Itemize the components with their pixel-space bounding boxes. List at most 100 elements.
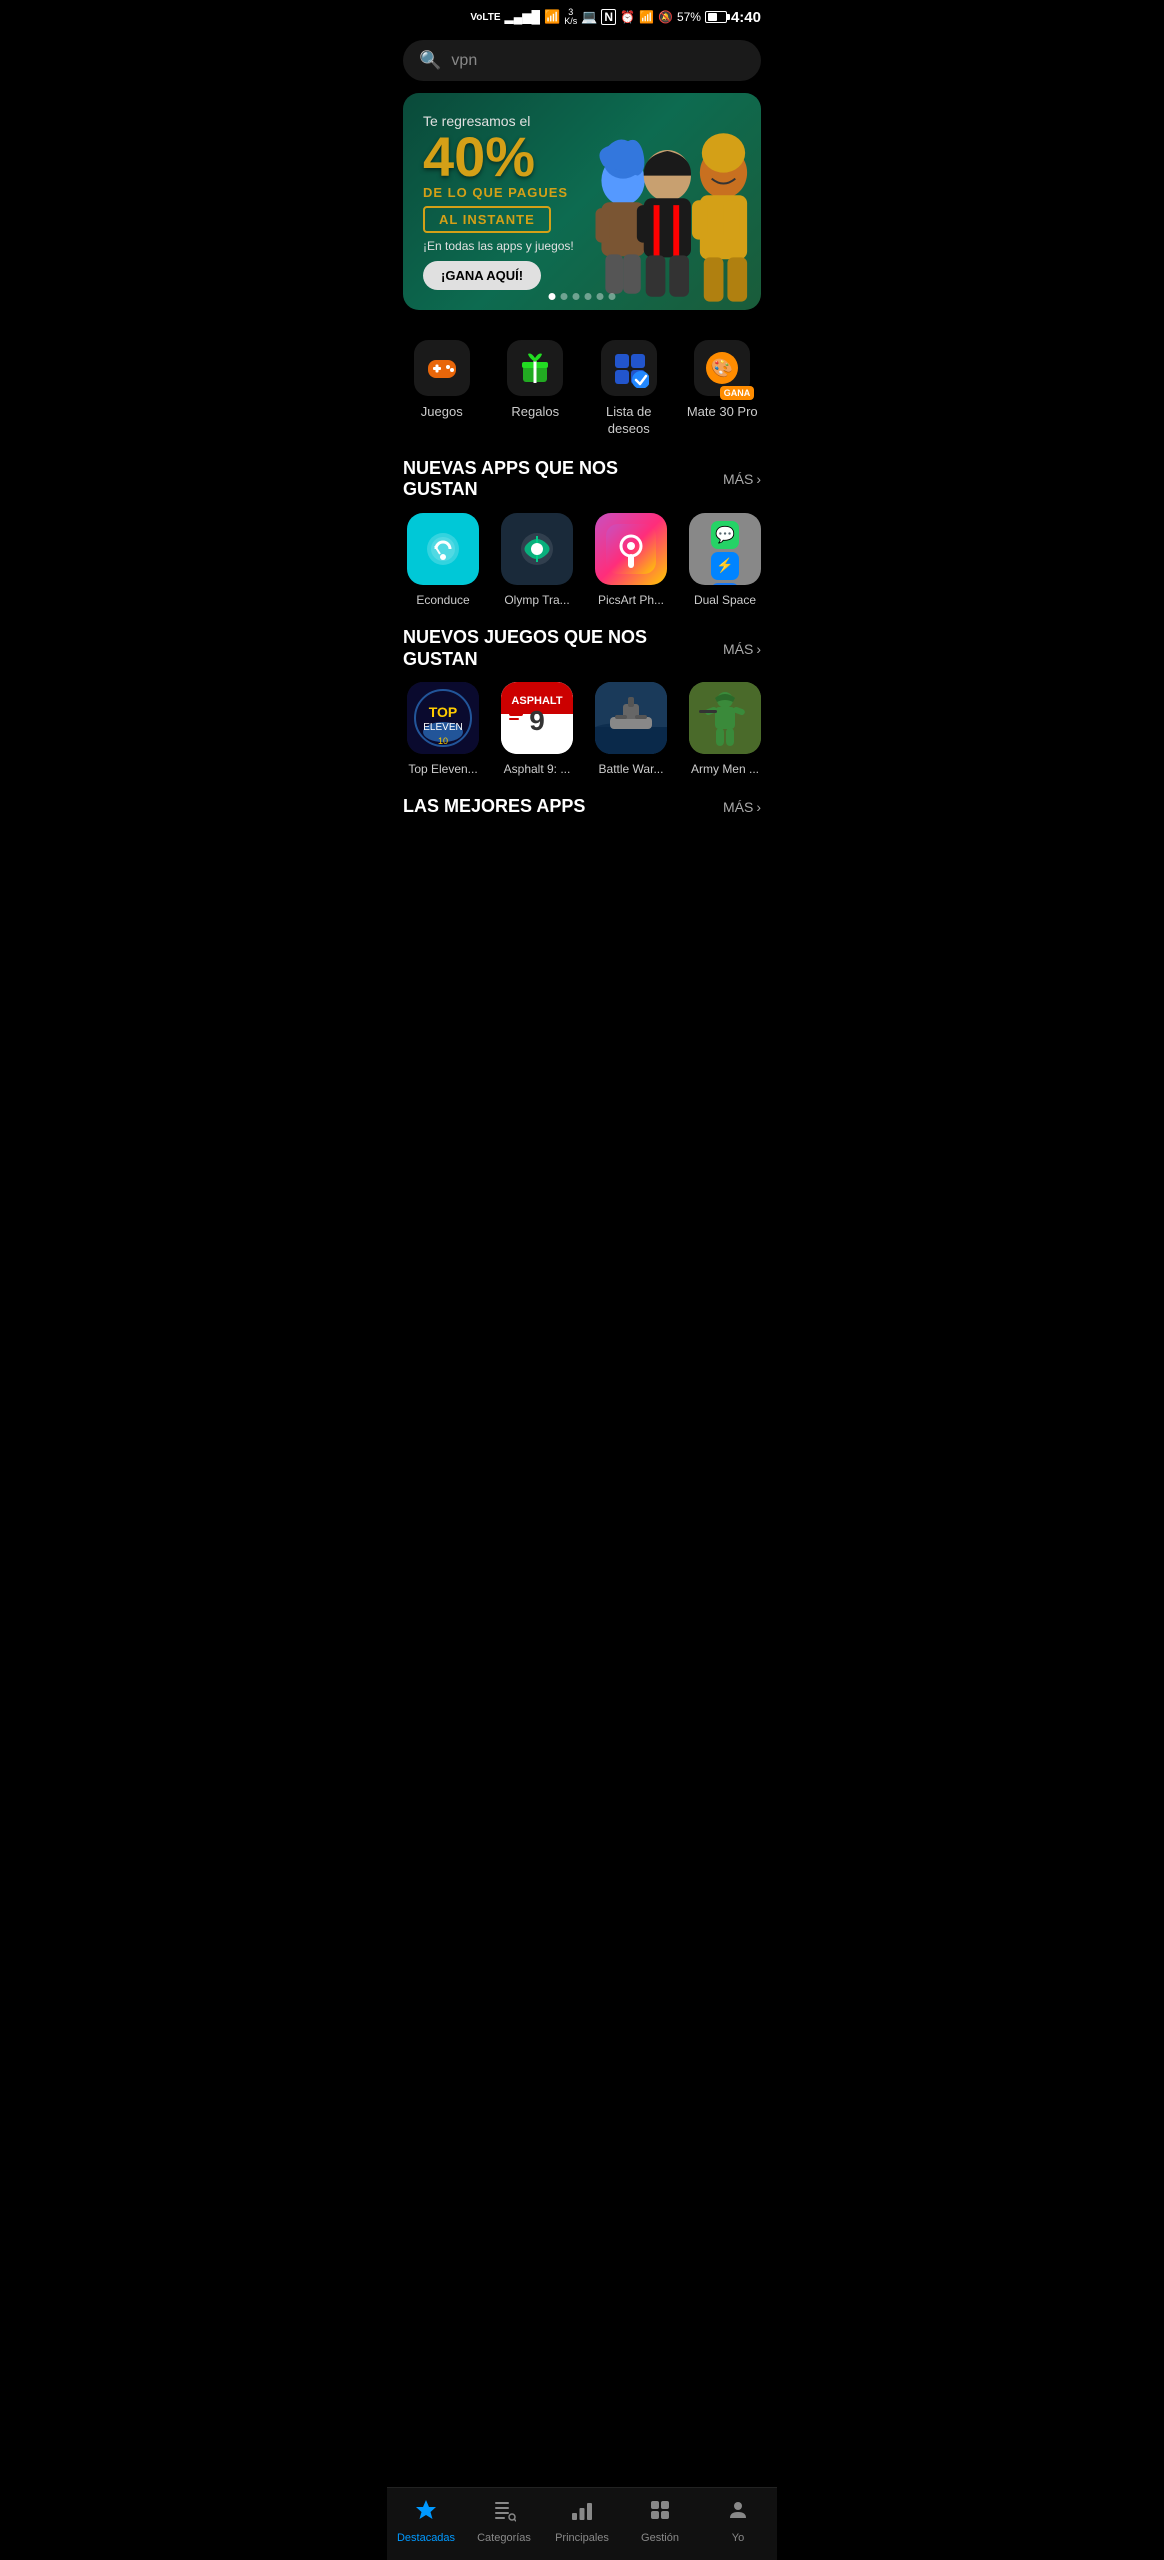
wifi-icon: 📶 xyxy=(544,9,560,25)
gifts-icon xyxy=(507,340,563,396)
svg-text:🎨: 🎨 xyxy=(711,357,733,378)
dot-4 xyxy=(585,293,592,300)
new-games-scroll: TOP ELEVEN 10 Top Eleven... ASPHALT 9 As… xyxy=(387,682,777,796)
games-label: Juegos xyxy=(421,404,463,421)
bottom-spacer xyxy=(387,828,777,908)
wishlist-icon xyxy=(601,340,657,396)
screen-icon: 💻 xyxy=(581,9,597,25)
category-gifts[interactable]: Regalos xyxy=(495,340,575,438)
banner-de-lo: DE LO QUE PAGUES xyxy=(423,185,741,200)
econduce-label: Econduce xyxy=(403,593,483,607)
categories-row: Juegos Regalos Lista dedeseos xyxy=(387,330,777,458)
category-games[interactable]: Juegos xyxy=(402,340,482,438)
econduce-icon xyxy=(407,513,479,585)
banner-percent: 40% xyxy=(423,129,741,185)
battery-icon xyxy=(705,11,727,23)
wishlist-label: Lista dedeseos xyxy=(606,404,652,438)
category-wishlist[interactable]: Lista dedeseos xyxy=(589,340,669,438)
search-icon: 🔍 xyxy=(419,50,441,71)
game-armymen[interactable]: Army Men ... xyxy=(685,682,765,776)
gana-badge: GANA xyxy=(720,386,755,400)
banner-al-instante: AL INSTANTE xyxy=(423,206,551,233)
category-mate30[interactable]: 🎨 GANA Mate 30 Pro xyxy=(682,340,762,438)
nav-yo[interactable]: Yo xyxy=(708,2498,768,2544)
nfc-icon: N xyxy=(601,9,616,25)
new-games-more[interactable]: MÁS › xyxy=(723,641,761,657)
bottom-navigation: Destacadas Categorías Principales xyxy=(387,2487,777,2560)
nav-destacadas[interactable]: Destacadas xyxy=(396,2498,456,2544)
bluetooth-icon: 📶 xyxy=(639,10,654,24)
svg-text:10: 10 xyxy=(438,736,448,746)
gestion-label: Gestión xyxy=(641,2532,679,2544)
new-apps-header: NUEVAS APPS QUE NOSGUSTAN MÁS › xyxy=(387,458,777,513)
new-games-header: NUEVOS JUEGOS QUE NOSGUSTAN MÁS › xyxy=(387,627,777,682)
banner-all-apps: ¡En todas las apps y juegos! xyxy=(423,239,741,253)
battery-tip xyxy=(727,14,730,20)
banner-dots xyxy=(549,293,616,300)
app-olymptrade[interactable]: Olymp Tra... xyxy=(497,513,577,607)
new-apps-more[interactable]: MÁS › xyxy=(723,471,761,487)
app-dualspace[interactable]: 💬 ⚡ f 📷 Dual Space xyxy=(685,513,765,607)
data-speed: 3K/s xyxy=(564,8,577,26)
app-econduce[interactable]: Econduce xyxy=(403,513,483,607)
nav-gestion[interactable]: Gestión xyxy=(630,2498,690,2544)
olymptrade-label: Olymp Tra... xyxy=(497,593,577,607)
game-asphalt9[interactable]: ASPHALT 9 Asphalt 9: ... xyxy=(497,682,577,776)
games-icon xyxy=(414,340,470,396)
gifts-label: Regalos xyxy=(511,404,559,421)
svg-text:9: 9 xyxy=(529,705,545,736)
picsart-label: PicsArt Ph... xyxy=(591,593,671,607)
nav-principales[interactable]: Principales xyxy=(552,2498,612,2544)
new-apps-title: NUEVAS APPS QUE NOSGUSTAN xyxy=(403,458,618,501)
categorias-label: Categorías xyxy=(477,2532,531,2544)
chevron-right-icon: › xyxy=(756,471,761,487)
volte-label: VoLTE xyxy=(470,12,500,23)
search-bar[interactable]: 🔍 xyxy=(403,40,761,81)
silent-icon: 🔕 xyxy=(658,10,673,24)
dualspace-icon: 💬 ⚡ f 📷 xyxy=(689,513,761,585)
armymen-label: Army Men ... xyxy=(685,762,765,776)
dot-6 xyxy=(609,293,616,300)
banner-cta-button[interactable]: ¡GANA AQUÍ! xyxy=(423,261,541,290)
topeleven-label: Top Eleven... xyxy=(403,762,483,776)
game-battlewarship[interactable]: Battle War... xyxy=(591,682,671,776)
game-topeleven[interactable]: TOP ELEVEN 10 Top Eleven... xyxy=(403,682,483,776)
asphalt9-icon: ASPHALT 9 xyxy=(501,682,573,754)
clock: 4:40 xyxy=(731,9,761,26)
battlewarship-label: Battle War... xyxy=(591,762,671,776)
mate30-label: Mate 30 Pro xyxy=(687,404,758,421)
dualspace-label: Dual Space xyxy=(685,593,765,607)
olymptrade-icon xyxy=(501,513,573,585)
alarm-icon: ⏰ xyxy=(620,10,635,24)
chevron-right-icon2: › xyxy=(756,641,761,657)
app-picsart[interactable]: PicsArt Ph... xyxy=(591,513,671,607)
dot-1 xyxy=(549,293,556,300)
banner-text: Te regresamos el 40% DE LO QUE PAGUES AL… xyxy=(423,113,741,290)
nav-categorias[interactable]: Categorías xyxy=(474,2498,534,2544)
destacadas-icon xyxy=(414,2498,438,2528)
best-apps-more[interactable]: MÁS › xyxy=(723,799,761,815)
search-input[interactable] xyxy=(451,52,745,70)
armymen-icon xyxy=(689,682,761,754)
best-apps-header: LAS MEJORES APPS MÁS › xyxy=(387,796,777,828)
chevron-right-icon3: › xyxy=(756,799,761,815)
status-bar: VoLTE ▂▄▆█ 📶 3K/s 💻 N ⏰ 📶 🔕 57% 4:40 xyxy=(387,0,777,30)
mate30-icon: 🎨 GANA xyxy=(694,340,750,396)
signal-icon: ▂▄▆█ xyxy=(505,10,540,24)
asphalt9-label: Asphalt 9: ... xyxy=(497,762,577,776)
new-games-title: NUEVOS JUEGOS QUE NOSGUSTAN xyxy=(403,627,647,670)
yo-label: Yo xyxy=(732,2532,744,2544)
battery-fill xyxy=(708,13,717,21)
principales-label: Principales xyxy=(555,2532,609,2544)
picsart-icon xyxy=(595,513,667,585)
dot-3 xyxy=(573,293,580,300)
gestion-icon xyxy=(648,2498,672,2528)
principales-icon xyxy=(570,2498,594,2528)
dot-5 xyxy=(597,293,604,300)
battery-percent: 57% xyxy=(677,10,701,24)
promo-banner: Te regresamos el 40% DE LO QUE PAGUES AL… xyxy=(403,93,761,310)
battlewarship-icon xyxy=(595,682,667,754)
dot-2 xyxy=(561,293,568,300)
svg-text:TOP: TOP xyxy=(429,704,458,720)
new-apps-scroll: Econduce Olymp Tra... xyxy=(387,513,777,627)
